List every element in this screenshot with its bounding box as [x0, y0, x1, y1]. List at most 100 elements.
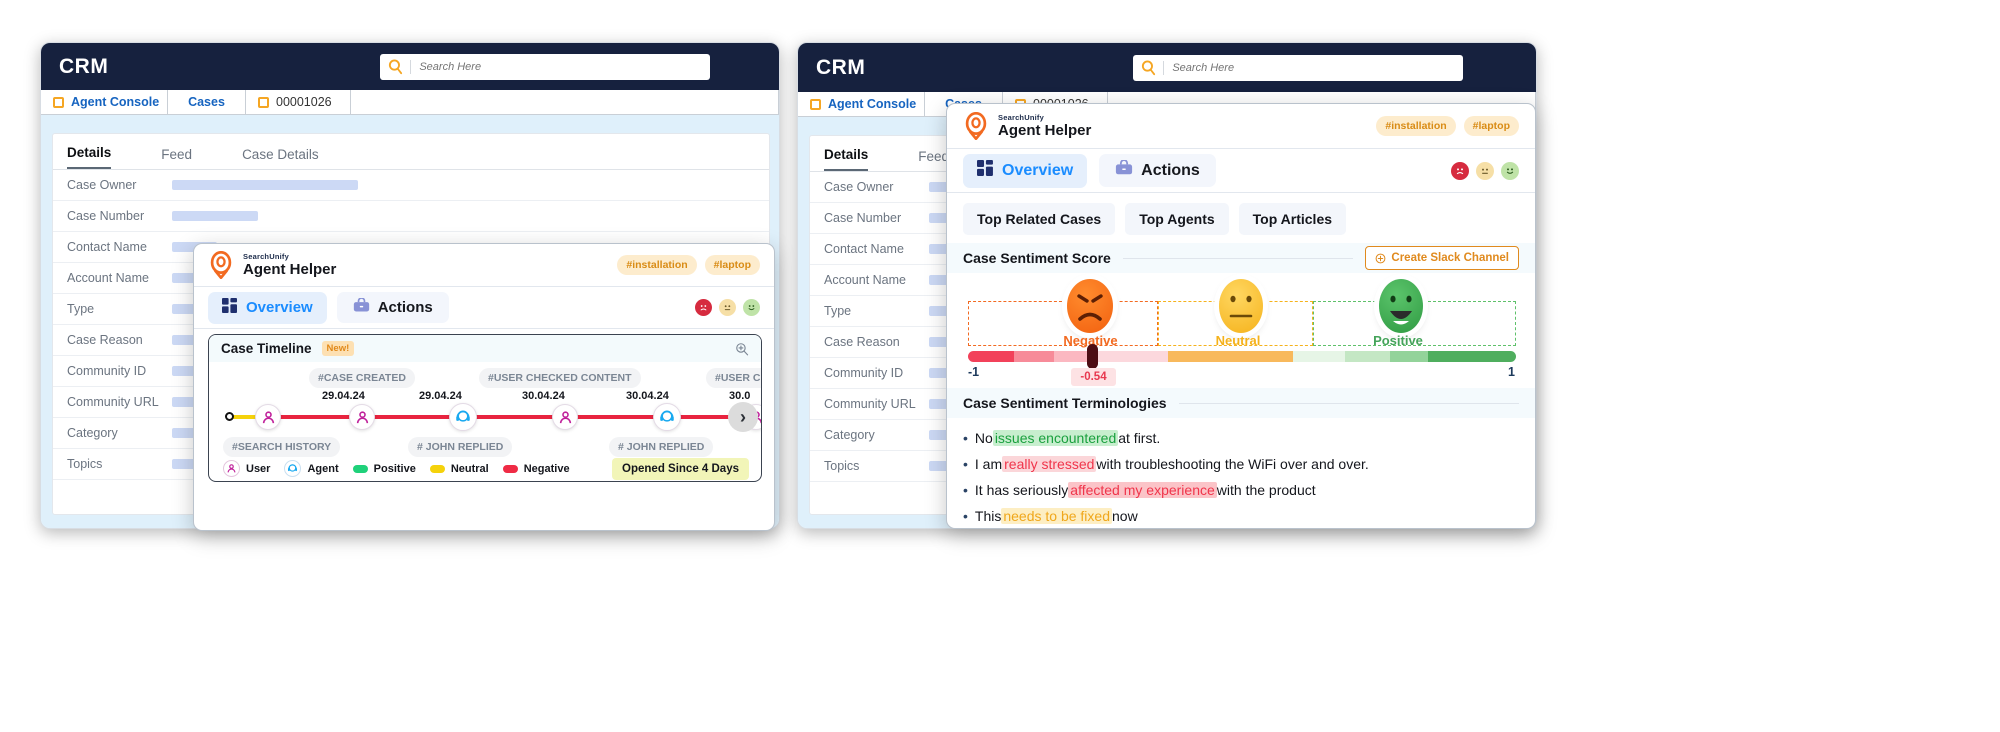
case-timeline-title: Case Timeline [221, 341, 312, 356]
negative-swatch-icon [502, 464, 518, 473]
detail-tab-details[interactable]: Details [824, 147, 869, 171]
subtab-top-agents[interactable]: Top Agents [1125, 203, 1229, 235]
timeline-start-dot [225, 412, 234, 421]
right-app-title: CRM [816, 55, 866, 79]
legend-negative: Negative [502, 463, 570, 475]
subtab-top-related-cases[interactable]: Top Related Cases [963, 203, 1116, 235]
tab-label: Cases [188, 95, 225, 109]
legend-neutral: Neutral [429, 463, 489, 475]
right-search-input[interactable] [1164, 61, 1464, 74]
left-ah-brandtext: SearchUnify Agent Helper [243, 252, 336, 278]
nav-actions[interactable]: Actions [336, 292, 449, 323]
search-icon [1133, 59, 1163, 76]
left-crm-topbar: CRM [41, 43, 779, 90]
tag-installation[interactable]: #installation [1376, 116, 1456, 136]
field-label: Category [824, 428, 875, 442]
field-label: Community ID [824, 366, 904, 380]
right-ah-subtabs: Top Related Cases Top Agents Top Article… [947, 193, 1535, 243]
detail-tab-feed[interactable]: Feed [161, 147, 192, 169]
nav-overview[interactable]: Overview [208, 291, 327, 324]
tab-case-number[interactable]: 00001026 [246, 90, 351, 114]
emoji-happy-icon [1379, 279, 1423, 333]
tag-installation[interactable]: #installation [617, 255, 697, 275]
mood-negative-icon[interactable] [1451, 161, 1469, 180]
field-label: Case Reason [824, 335, 900, 349]
timeline-date: 29.04.24 [322, 390, 365, 402]
timeline-node-agent[interactable] [653, 403, 681, 431]
timeline-node-user[interactable] [552, 404, 578, 430]
term-post: at first. [1118, 430, 1161, 446]
plus-circle-icon [1375, 253, 1386, 264]
mood-neutral-icon[interactable] [1476, 161, 1494, 180]
term-highlight: issues encountered [992, 430, 1119, 446]
timeline-node-user[interactable] [255, 404, 281, 430]
mood-neutral-icon[interactable] [719, 299, 736, 316]
case-sentiment-score-title: Case Sentiment Score [963, 250, 1111, 266]
left-agent-helper-panel: SearchUnify Agent Helper #installation #… [193, 243, 775, 531]
tab-agent-console[interactable]: Agent Console [41, 90, 168, 114]
case-timeline-card: Case Timeline New! #CASE CREATED #USER C… [208, 334, 762, 482]
nav-overview[interactable]: Overview [963, 153, 1088, 188]
bar-seg [1390, 351, 1428, 362]
tab-filler [351, 90, 779, 114]
nav-actions[interactable]: Actions [1099, 154, 1216, 187]
left-ah-header: SearchUnify Agent Helper #installation #… [194, 244, 774, 287]
left-crm-tabbar: Agent Console Cases 00001026 [41, 90, 779, 115]
right-search-box[interactable] [1133, 54, 1464, 81]
term-post: with troubleshooting the WiFi over and o… [1096, 456, 1369, 472]
case-timeline-header: Case Timeline New! [209, 335, 761, 362]
left-ah-brand: SearchUnify Agent Helper [208, 251, 336, 279]
right-mood-selector [1451, 161, 1519, 180]
sentiment-terms-list: • No issues encountered at first. • I am… [947, 418, 1535, 524]
list-item: • It has seriously affected my experienc… [963, 482, 1519, 498]
create-slack-channel-button[interactable]: Create Slack Channel [1365, 246, 1519, 270]
mood-positive-icon[interactable] [1501, 161, 1519, 180]
mood-negative-icon[interactable] [695, 299, 712, 316]
tab-agent-console[interactable]: Agent Console [798, 92, 925, 116]
timeline-chip-bottom: # JOHN REPLIED [408, 437, 513, 457]
sentiment-gauge: Negative Neutral Positive -0.54 -1 1 [963, 273, 1519, 388]
case-sentiment-terminologies-title: Case Sentiment Terminologies [963, 395, 1167, 411]
sentiment-scale-bar[interactable] [968, 351, 1516, 362]
sentiment-score-knob[interactable] [1087, 344, 1098, 369]
timeline-segment-negative [267, 415, 757, 419]
field-label: Community ID [67, 364, 147, 378]
field-value-placeholder [172, 211, 258, 221]
field-label: Case Number [67, 209, 145, 223]
right-ah-nav: Overview Actions [947, 149, 1535, 193]
legend-label: Agent [307, 462, 339, 475]
detail-tab-case-details[interactable]: Case Details [242, 147, 319, 169]
legend-agent: Agent [284, 460, 339, 477]
bar-seg [968, 351, 1014, 362]
field-label: Case Reason [67, 333, 143, 347]
left-search-input[interactable] [411, 60, 711, 73]
subtab-top-articles[interactable]: Top Articles [1238, 203, 1347, 235]
timeline-chip-bottom: #SEARCH HISTORY [223, 437, 341, 457]
right-agent-helper-panel: SearchUnify Agent Helper #installation #… [946, 103, 1536, 529]
zoom-in-icon[interactable] [735, 342, 749, 356]
field-label: Topics [67, 457, 103, 471]
positive-swatch-icon [352, 464, 368, 473]
bar-seg [1168, 351, 1293, 362]
mood-positive-icon[interactable] [743, 299, 760, 316]
left-search-box[interactable] [380, 53, 711, 80]
tag-laptop[interactable]: #laptop [704, 255, 760, 275]
timeline-date: 29.04.24 [419, 390, 462, 402]
tag-laptop[interactable]: #laptop [1463, 116, 1519, 136]
field-label: Community URL [824, 397, 916, 411]
list-item: • I am really stressed with troubleshoot… [963, 456, 1519, 472]
field-label: Case Owner [67, 178, 137, 192]
detail-tab-feed[interactable]: Feed [918, 149, 949, 171]
timeline-node-agent[interactable] [449, 403, 477, 431]
timeline-next-button[interactable]: › [728, 402, 758, 432]
timeline-node-user[interactable] [349, 404, 375, 430]
right-ah-brandtext: SearchUnify Agent Helper [998, 113, 1091, 139]
term-post: with the product [1216, 482, 1316, 498]
field-label: Case Owner [824, 180, 894, 194]
tab-square-icon [53, 96, 64, 108]
term-highlight: really stressed [1002, 456, 1097, 472]
field-label: Type [67, 302, 95, 316]
detail-tab-details[interactable]: Details [67, 145, 112, 169]
tab-cases[interactable]: Cases [168, 90, 246, 114]
timeline-date: 30.0 [729, 390, 751, 402]
